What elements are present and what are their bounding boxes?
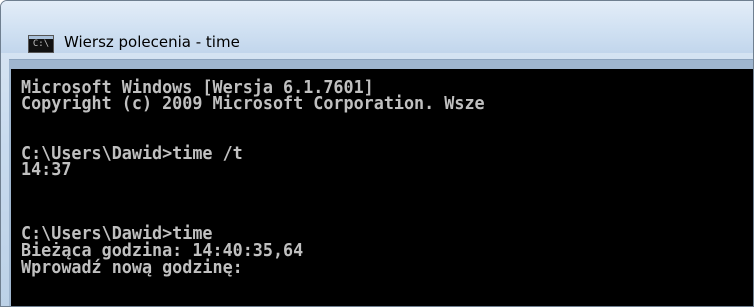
command-prompt-window: C:\ Wiersz polecenia - time Microsoft Wi…: [0, 0, 754, 307]
cmd-icon[interactable]: C:\: [28, 35, 54, 53]
console-line-prompt-new-time[interactable]: Wprowadź nową godzinę:: [21, 259, 243, 277]
title-bar[interactable]: C:\ Wiersz polecenia - time: [1, 1, 753, 53]
console-line-time-result: 14:37: [21, 159, 72, 180]
console-line-copyright: Copyright (c) 2009 Microsoft Corporation…: [21, 93, 485, 114]
console-output[interactable]: Microsoft Windows [Wersja 6.1.7601] Copy…: [11, 69, 753, 306]
window-title: Wiersz polecenia - time: [64, 33, 240, 51]
cmd-icon-glyph: C:\: [32, 39, 50, 49]
